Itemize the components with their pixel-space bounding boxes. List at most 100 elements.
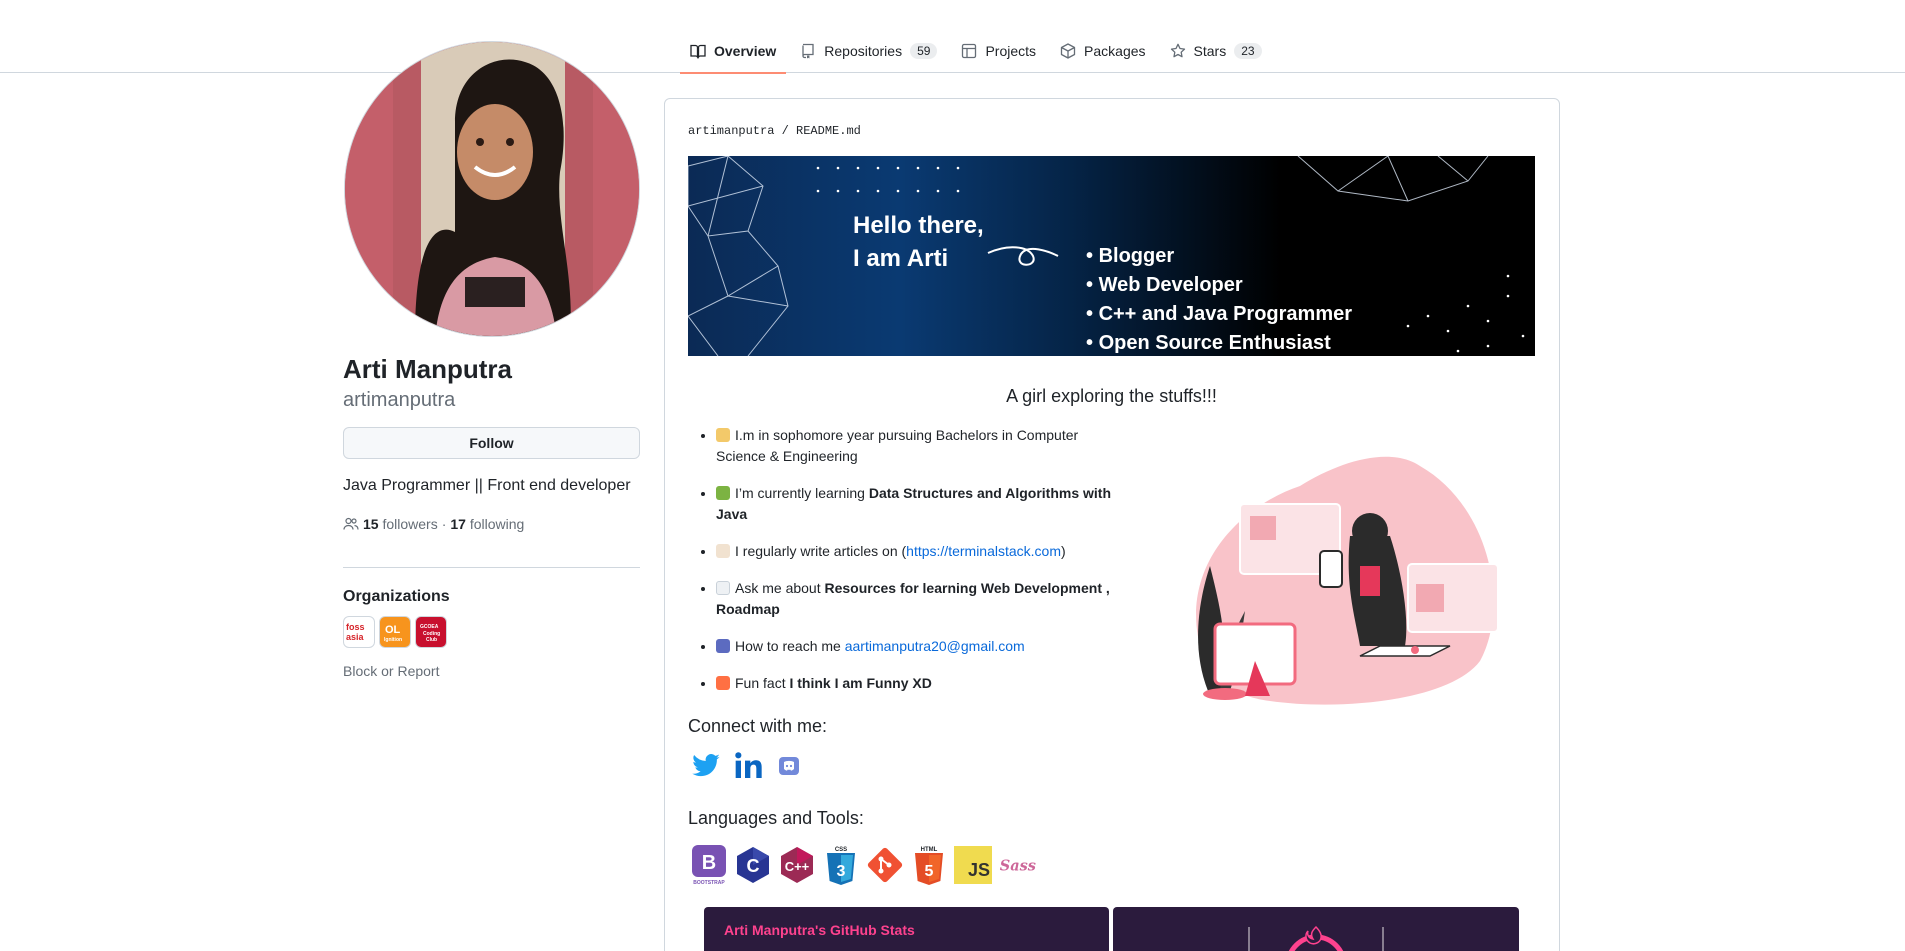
css-number: 3 xyxy=(837,863,846,880)
avatar[interactable] xyxy=(344,41,640,337)
organizations-heading: Organizations xyxy=(343,588,450,605)
list-item: I’m currently learning Data Structures a… xyxy=(716,483,1120,525)
github-stats-card: Arti Manputra's GitHub Stats xyxy=(704,907,1109,951)
tab-overview[interactable]: Overview xyxy=(680,28,787,74)
cplusplus-icon[interactable]: C++ xyxy=(778,846,816,884)
book-icon xyxy=(690,43,706,59)
tab-label: Overview xyxy=(714,42,777,59)
css-caption: CSS xyxy=(835,847,847,853)
org-avatar-fossasia[interactable]: foss asia xyxy=(343,616,375,648)
block-or-report-link[interactable]: Block or Report xyxy=(343,663,439,679)
bullet-text: ) xyxy=(1061,543,1066,559)
sidebar-divider xyxy=(343,567,640,568)
c-icon[interactable]: C xyxy=(734,846,772,884)
tab-projects[interactable]: Projects xyxy=(951,28,1046,73)
tools-list: B BOOTSTRAP C C++ CSS 3 HTML 5 JS Sass xyxy=(690,845,1036,886)
svg-text:foss: foss xyxy=(346,622,365,632)
organizations-list: foss asia OL Ignition GCOEA Coding Club xyxy=(343,616,447,648)
html5-icon[interactable]: HTML 5 xyxy=(910,846,948,885)
readme-tagline: A girl exploring the stuffs!!! xyxy=(1006,386,1217,406)
seedling-icon xyxy=(716,486,730,500)
profile-username: artimanputra xyxy=(343,389,456,411)
javascript-icon[interactable]: JS xyxy=(954,846,992,884)
discord-icon[interactable] xyxy=(776,754,802,783)
readme-banner: Hello there, I am Arti Blogger Web Devel… xyxy=(688,156,1535,356)
followers-label: followers xyxy=(382,516,438,532)
fire-icon xyxy=(1305,925,1322,945)
git-icon[interactable] xyxy=(866,846,904,884)
svg-text:asia: asia xyxy=(346,632,365,642)
css3-icon[interactable]: CSS 3 xyxy=(822,846,860,885)
repo-icon xyxy=(800,43,816,59)
tab-stars[interactable]: Stars 23 xyxy=(1160,28,1272,73)
list-item: Fun fact I think I am Funny XD xyxy=(716,673,1120,694)
memo-icon xyxy=(716,544,730,558)
bullet-text: I regularly write articles on ( xyxy=(735,543,907,559)
list-item: How to reach me aartimanputra20@gmail.co… xyxy=(716,636,1120,657)
svg-text:Club: Club xyxy=(426,637,437,643)
school-icon xyxy=(716,428,730,442)
banner-role: Web Developer xyxy=(1086,271,1352,300)
bootstrap-letter: B xyxy=(702,852,716,874)
following-link[interactable]: 17 following xyxy=(450,516,524,532)
bootstrap-icon[interactable]: B BOOTSTRAP xyxy=(690,845,728,886)
social-links xyxy=(690,750,802,787)
table-icon xyxy=(961,43,977,59)
github-stats-title: Arti Manputra's GitHub Stats xyxy=(724,922,915,938)
tab-packages[interactable]: Packages xyxy=(1050,28,1155,73)
org-avatar-coding-club[interactable]: GCOEA Coding Club xyxy=(415,616,447,648)
followers-link[interactable]: 15 followers xyxy=(363,516,438,532)
followers-line: 15 followers · 17 following xyxy=(343,516,524,532)
speech-bubble-icon xyxy=(716,581,730,595)
following-count: 17 xyxy=(450,516,466,532)
html-number: 5 xyxy=(925,863,934,880)
followers-count: 15 xyxy=(363,516,379,532)
lightning-icon xyxy=(716,676,730,690)
sass-icon[interactable]: Sass xyxy=(998,846,1036,884)
breadcrumb-separator: / xyxy=(781,124,789,138)
coder-illustration xyxy=(1160,446,1510,706)
profile-name: Arti Manputra xyxy=(343,354,512,384)
sass-wordmark: Sass xyxy=(1000,857,1036,874)
banner-greeting-line2: I am Arti xyxy=(853,245,949,272)
bullet-text: I’m currently learning xyxy=(735,485,869,501)
tab-list: Overview Repositories 59 Projects Packag… xyxy=(680,28,1272,74)
readme-owner-link[interactable]: artimanputra xyxy=(688,124,774,138)
svg-text:Ignition: Ignition xyxy=(384,637,402,643)
bullet-text: I.m in sophomore year pursuing Bachelors… xyxy=(716,427,1079,464)
bullet-text: Ask me about xyxy=(735,580,825,596)
star-icon xyxy=(1170,43,1186,59)
email-link[interactable]: aartimanputra20@gmail.com xyxy=(845,638,1025,654)
banner-greeting: Hello there, I am Arti xyxy=(853,209,984,275)
list-item: Ask me about Resources for learning Web … xyxy=(716,578,1120,620)
list-item: I.m in sophomore year pursuing Bachelors… xyxy=(716,425,1120,467)
bootstrap-caption: BOOTSTRAP xyxy=(693,880,725,886)
bullet-text: How to reach me xyxy=(735,638,845,654)
banner-role: C++ and Java Programmer xyxy=(1086,300,1352,329)
connect-heading: Connect with me: xyxy=(688,716,828,736)
tab-label: Stars xyxy=(1193,42,1227,59)
cpp-letters: C++ xyxy=(785,859,810,874)
bullet-bold: I think I am Funny XD xyxy=(789,675,932,691)
tab-label: Packages xyxy=(1084,42,1146,59)
banner-role: Open Source Enthusiast xyxy=(1086,329,1352,356)
tab-label: Projects xyxy=(985,42,1037,59)
tab-repositories[interactable]: Repositories 59 xyxy=(790,28,947,73)
org-avatar-osl[interactable]: OL Ignition xyxy=(379,616,411,648)
twitter-icon[interactable] xyxy=(690,751,722,786)
mailbox-icon xyxy=(716,639,730,653)
js-letters: JS xyxy=(967,860,990,880)
bullet-text: Fun fact xyxy=(735,675,790,691)
linkedin-icon[interactable] xyxy=(732,750,766,787)
tab-label: Repositories xyxy=(824,42,903,59)
readme-file-link[interactable]: README.md xyxy=(796,124,861,138)
stars-count: 23 xyxy=(1234,42,1262,59)
banner-role: Blogger xyxy=(1086,242,1352,271)
svg-text:GCOEA: GCOEA xyxy=(420,624,439,630)
follow-button[interactable]: Follow xyxy=(343,427,640,459)
banner-greeting-line1: Hello there, xyxy=(853,212,984,239)
people-icon xyxy=(343,516,359,532)
blog-link[interactable]: https://terminalstack.com xyxy=(906,543,1061,559)
list-item: I regularly write articles on (https://t… xyxy=(716,541,1120,562)
svg-text:OL: OL xyxy=(385,624,401,636)
